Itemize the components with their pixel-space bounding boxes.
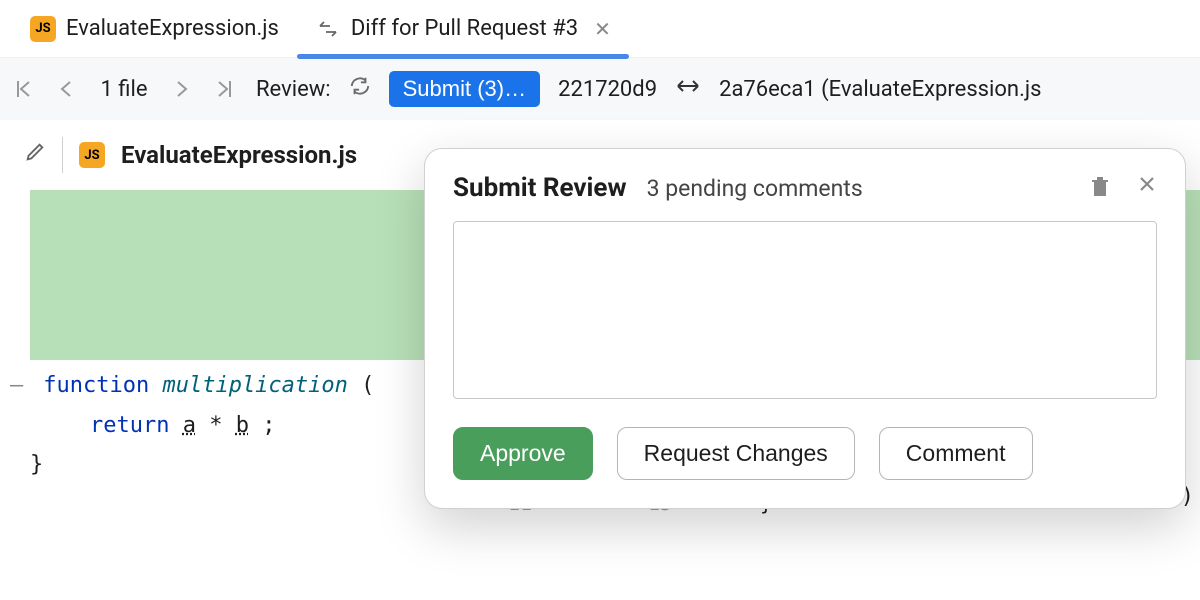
- comment-button[interactable]: Comment: [879, 427, 1033, 480]
- filename: EvaluateExpression.js: [121, 141, 357, 169]
- js-icon: JS: [79, 142, 105, 168]
- review-comment-input[interactable]: [453, 221, 1157, 399]
- swap-icon[interactable]: [675, 76, 701, 102]
- popup-subtitle: 3 pending comments: [647, 175, 1069, 202]
- popup-buttons: Approve Request Changes Comment: [453, 427, 1157, 480]
- file-nav: 1 file: [10, 77, 238, 102]
- edit-icon[interactable]: [24, 141, 46, 169]
- request-changes-button[interactable]: Request Changes: [617, 427, 855, 480]
- submit-review-button[interactable]: Submit (3)…: [389, 71, 540, 107]
- tab-label: Diff for Pull Request #3: [351, 16, 578, 41]
- review-toolbar: 1 file Review: Submit (3)… 221720d9 2a76…: [0, 58, 1200, 120]
- function-name: multiplication: [162, 373, 347, 398]
- last-file-icon[interactable]: [210, 79, 238, 99]
- close-icon[interactable]: [1137, 174, 1157, 202]
- submit-review-popup: Submit Review 3 pending comments Approve…: [424, 148, 1186, 509]
- review-label: Review:: [256, 77, 331, 102]
- next-file-icon[interactable]: [168, 79, 196, 99]
- tab-bar: JS EvaluateExpression.js Diff for Pull R…: [0, 0, 1200, 58]
- first-file-icon[interactable]: [10, 79, 38, 99]
- popup-header: Submit Review 3 pending comments: [453, 173, 1157, 203]
- semicolon: ;: [262, 413, 275, 438]
- removed-marker: —: [10, 366, 30, 406]
- tab-diff[interactable]: Diff for Pull Request #3 ✕: [297, 0, 629, 58]
- hash-right: 2a76eca1 (EvaluateExpression.js: [719, 77, 1041, 102]
- tab-label: EvaluateExpression.js: [66, 16, 279, 41]
- identifier-b: b: [236, 413, 249, 438]
- hash-left: 221720d9: [558, 77, 657, 102]
- diff-arrows-icon: [315, 16, 341, 42]
- open-paren: (: [361, 373, 374, 398]
- prev-file-icon[interactable]: [52, 79, 80, 99]
- identifier-a: a: [183, 413, 196, 438]
- js-icon: JS: [30, 16, 56, 42]
- close-brace: }: [30, 452, 43, 477]
- approve-button[interactable]: Approve: [453, 427, 593, 480]
- refresh-icon[interactable]: [349, 75, 371, 103]
- tab-file[interactable]: JS EvaluateExpression.js: [12, 0, 297, 58]
- keyword-return: return: [90, 413, 169, 438]
- keyword-function: function: [43, 373, 149, 398]
- popup-title: Submit Review: [453, 173, 627, 203]
- delete-icon[interactable]: [1089, 174, 1111, 202]
- close-icon[interactable]: ✕: [594, 17, 611, 41]
- star-op: *: [209, 413, 236, 438]
- file-count: 1 file: [94, 77, 154, 102]
- divider: [62, 137, 63, 173]
